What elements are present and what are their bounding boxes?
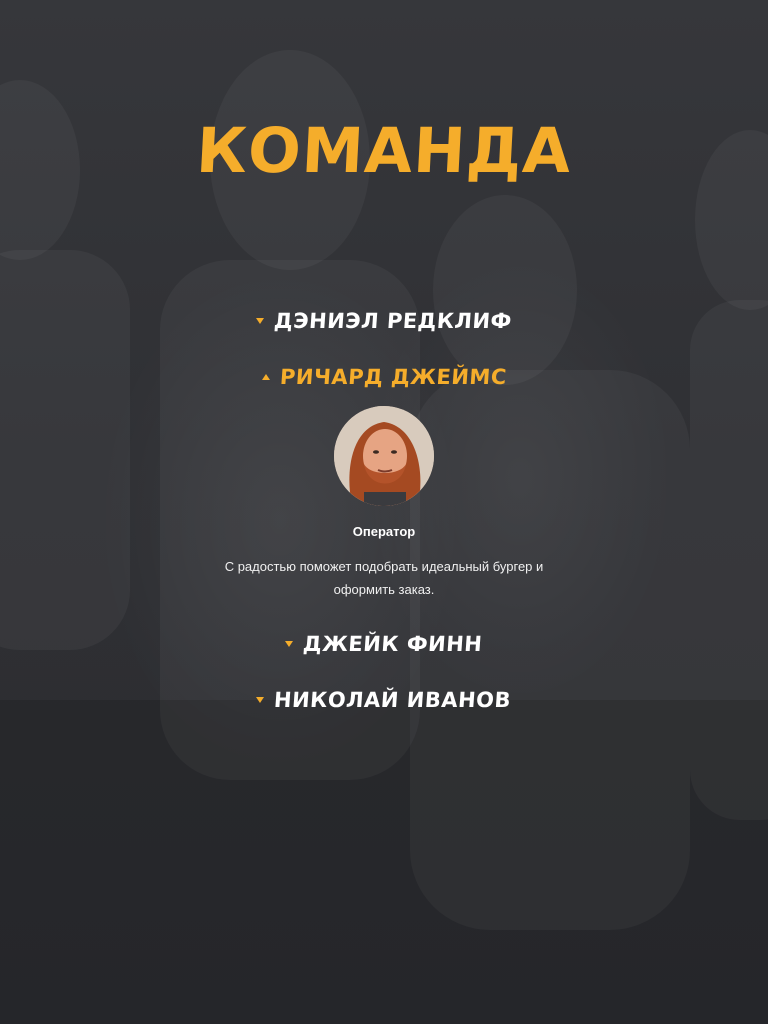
triangle-down-icon xyxy=(285,641,294,647)
triangle-down-icon xyxy=(256,697,265,703)
team-member-item: НИКОЛАЙ ИВАНОВ xyxy=(0,681,768,737)
team-member-name: ДЖЕЙК ФИНН xyxy=(302,632,484,656)
team-member-name: НИКОЛАЙ ИВАНОВ xyxy=(273,688,513,712)
triangle-up-icon xyxy=(261,374,270,380)
team-member-item: РИЧАРД ДЖЕЙМС Оператор С радостью поможе… xyxy=(0,358,768,625)
team-member-item: ДЭНИЭЛ РЕДКЛИФ xyxy=(0,302,768,358)
team-section: КОМАНДА ДЭНИЭЛ РЕДКЛИФ РИЧАРД ДЖЕЙМС Опе… xyxy=(0,0,768,1024)
team-member-toggle-daniel[interactable]: ДЭНИЭЛ РЕДКЛИФ xyxy=(256,302,513,340)
team-member-description: С радостью поможет подобрать идеальный б… xyxy=(224,559,544,597)
team-member-item: ДЖЕЙК ФИНН xyxy=(0,625,768,681)
team-member-name: РИЧАРД ДЖЕЙМС xyxy=(278,365,508,389)
avatar xyxy=(334,406,434,506)
team-member-details: Оператор С радостью поможет подобрать ид… xyxy=(204,406,564,601)
section-title: КОМАНДА xyxy=(194,114,574,187)
team-accordion: ДЭНИЭЛ РЕДКЛИФ РИЧАРД ДЖЕЙМС Оператор С … xyxy=(0,302,768,737)
team-member-role: Оператор xyxy=(352,524,416,539)
team-member-toggle-nikolai[interactable]: НИКОЛАЙ ИВАНОВ xyxy=(256,681,513,719)
triangle-down-icon xyxy=(256,318,265,324)
team-member-name: ДЭНИЭЛ РЕДКЛИФ xyxy=(273,309,513,333)
team-member-toggle-jake[interactable]: ДЖЕЙК ФИНН xyxy=(285,625,484,663)
avatar-portrait-icon xyxy=(334,406,434,506)
team-member-toggle-richard[interactable]: РИЧАРД ДЖЕЙМС xyxy=(261,358,508,396)
